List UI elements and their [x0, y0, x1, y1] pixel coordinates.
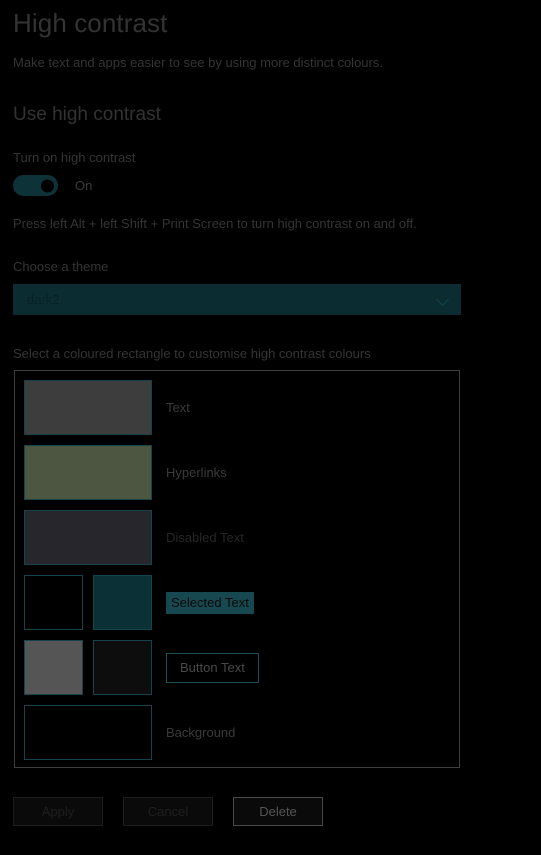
swatch-panel-intro: Select a coloured rectangle to customise… [13, 346, 371, 361]
swatch-label-disabled-text: Disabled Text [166, 529, 244, 545]
colour-swatch-panel: Text Hyperlinks Disabled Text Selected Text… [14, 370, 460, 768]
swatch-chip-selected-text-1[interactable] [24, 575, 83, 630]
theme-label-choose-a-theme: Choose a theme [13, 259, 109, 274]
toggle-state-label: On [75, 177, 93, 193]
swatch-chip-group [24, 705, 152, 760]
theme-select-value: dark2 [27, 291, 60, 307]
page-title: High contrast [13, 8, 168, 38]
chevron-down-icon [437, 293, 450, 306]
toggle-label-turn-on-high-contrast: Turn on high contrast [13, 150, 136, 165]
swatch-label-selected-text: Selected Text [166, 591, 254, 614]
high-contrast-toggle-row: On [13, 175, 92, 196]
swatch-row-hyperlinks: Hyperlinks [24, 445, 227, 500]
swatch-label-text: Text [166, 399, 190, 415]
apply-button: Apply [13, 797, 103, 826]
swatch-chip-text-1[interactable] [24, 380, 152, 435]
page-subtitle: Make text and apps easier to see by usin… [13, 55, 383, 70]
swatch-row-selected-text: Selected Text [24, 575, 254, 630]
swatch-row-background: Background [24, 705, 235, 760]
swatch-chip-button-text-1[interactable] [24, 640, 83, 695]
swatch-chip-background-1[interactable] [24, 705, 152, 760]
swatch-label-hyperlinks: Hyperlinks [166, 464, 227, 480]
swatch-chip-group [24, 380, 152, 435]
swatch-row-disabled-text: Disabled Text [24, 510, 244, 565]
footer-button-group: Apply Cancel Delete [13, 797, 323, 826]
toggle-knob [41, 179, 54, 192]
keyboard-shortcut-hint: Press left Alt + left Shift + Print Scre… [13, 216, 417, 231]
swatch-chip-group [24, 575, 152, 630]
swatch-chip-disabled-text-1[interactable] [24, 510, 152, 565]
swatch-chip-selected-text-2[interactable] [93, 575, 152, 630]
swatch-chip-group [24, 445, 152, 500]
swatch-chip-group [24, 640, 152, 695]
theme-select[interactable]: dark2 [13, 284, 461, 315]
cancel-button: Cancel [123, 797, 213, 826]
swatch-row-text: Text [24, 380, 190, 435]
high-contrast-toggle[interactable] [13, 175, 58, 196]
swatch-label-button-text: Button Text [166, 652, 259, 683]
swatch-chip-button-text-2[interactable] [93, 640, 152, 695]
swatch-label-background: Background [166, 724, 236, 740]
delete-button[interactable]: Delete [233, 797, 323, 826]
section-heading-use-high-contrast: Use high contrast [13, 104, 161, 125]
swatch-row-button-text: Button Text [24, 640, 259, 695]
swatch-chip-group [24, 510, 152, 565]
swatch-chip-hyperlinks-1[interactable] [24, 445, 152, 500]
